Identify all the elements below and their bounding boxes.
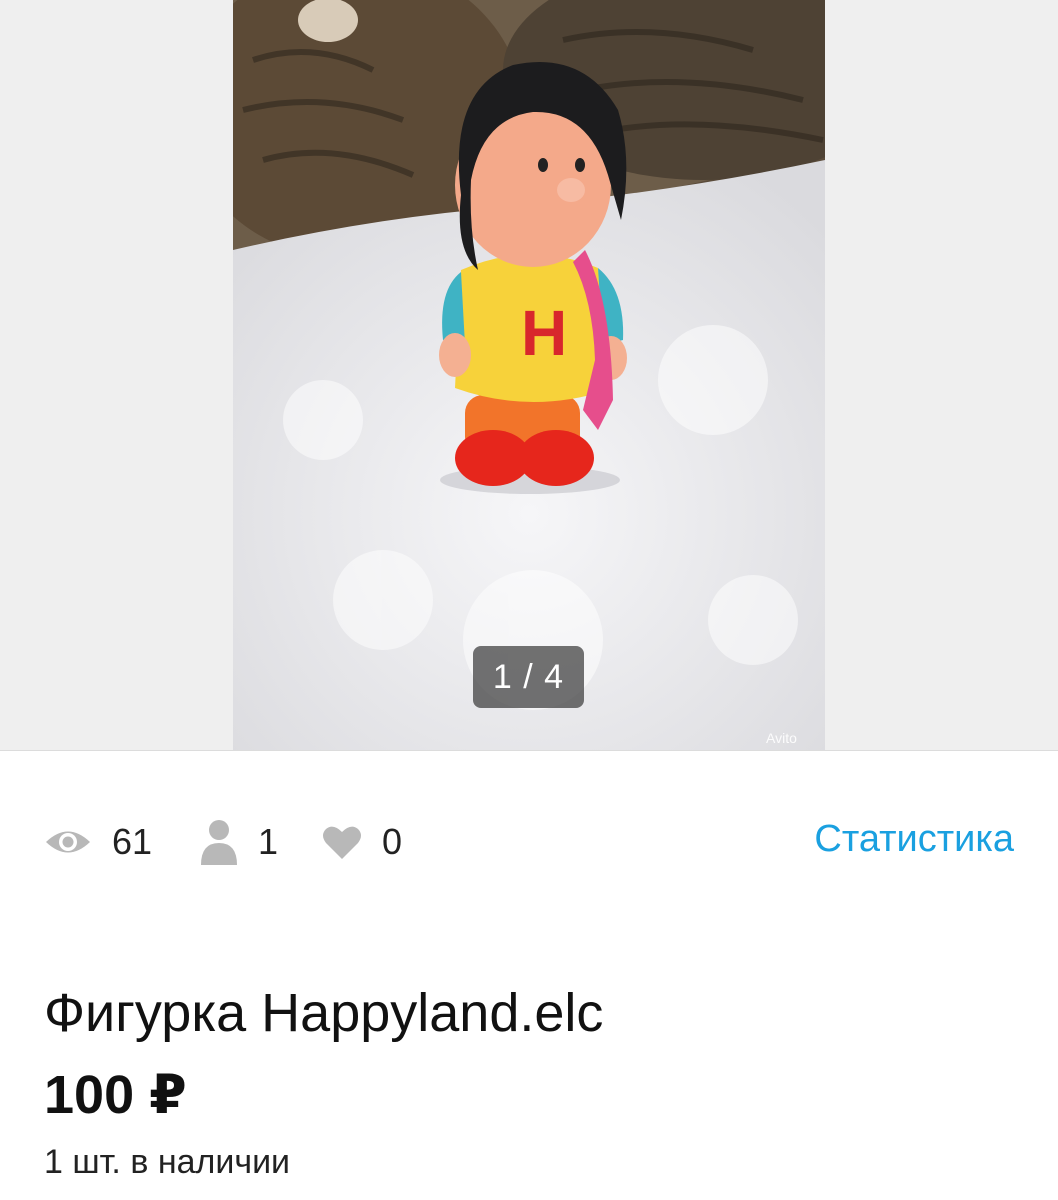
contacts-count: 1	[258, 821, 279, 862]
views-count: 61	[112, 821, 153, 862]
eye-icon	[44, 827, 112, 857]
listing-title: Фигурка Happyland.elc	[44, 983, 604, 1043]
favorites-stat: 0	[322, 810, 402, 874]
views-stat: 61	[44, 810, 152, 874]
toy-figure-photo: H	[233, 0, 825, 750]
person-icon	[200, 819, 258, 865]
stock-status: 1 шт. в наличии	[44, 1143, 291, 1181]
favorites-count: 0	[382, 821, 403, 862]
image-counter: 1 / 4	[473, 646, 584, 708]
svg-text:H: H	[521, 297, 567, 369]
listing-stats: 61 1 0 Статистика	[0, 810, 1058, 874]
heart-icon	[322, 824, 382, 860]
contacts-stat: 1	[200, 810, 278, 874]
listing-price: 100 ₽	[44, 1065, 187, 1125]
listing-photo[interactable]: H	[233, 0, 825, 750]
photo-gallery[interactable]: H 1 / 4 Avito	[0, 0, 1058, 751]
statistics-link[interactable]: Статистика	[814, 818, 1014, 861]
avito-watermark: Avito	[766, 730, 797, 746]
